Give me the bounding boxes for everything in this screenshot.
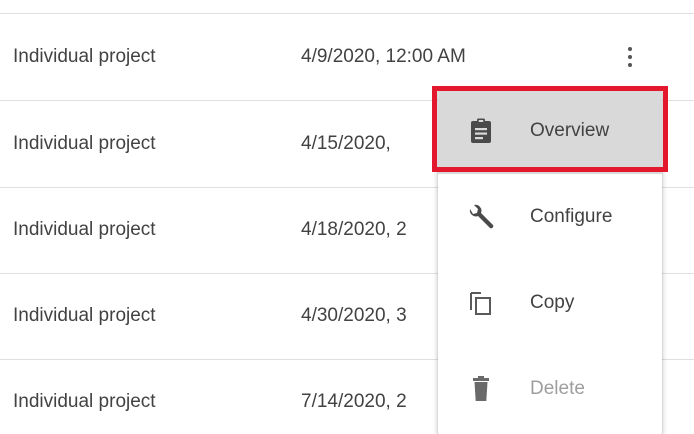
- date-cell: 4/30/2020, 3: [301, 305, 407, 326]
- menu-item-label: Delete: [530, 378, 585, 399]
- project-type-cell: Individual project: [13, 133, 156, 154]
- date-cell: 4/9/2020, 12:00 AM: [301, 46, 466, 67]
- trash-icon: [466, 374, 496, 404]
- context-menu: Overview Configure Copy Delete: [438, 88, 662, 434]
- more-options-icon[interactable]: [617, 42, 643, 72]
- project-type-cell: Individual project: [13, 219, 156, 240]
- menu-item-label: Copy: [530, 292, 575, 313]
- menu-item-overview[interactable]: Overview: [438, 88, 662, 174]
- date-cell: 7/14/2020, 2: [301, 391, 407, 412]
- menu-item-label: Overview: [530, 120, 610, 141]
- date-cell: 4/18/2020, 2: [301, 219, 407, 240]
- menu-item-copy[interactable]: Copy: [438, 260, 662, 346]
- date-cell: 4/15/2020,: [301, 133, 391, 154]
- menu-item-configure[interactable]: Configure: [438, 174, 662, 260]
- copy-icon: [466, 288, 496, 318]
- project-type-cell: Individual project: [13, 46, 156, 67]
- project-type-cell: Individual project: [13, 305, 156, 326]
- clipboard-icon: [466, 116, 496, 146]
- page: Individual project 4/9/2020, 12:00 AM In…: [0, 0, 694, 434]
- menu-item-delete[interactable]: Delete: [438, 346, 662, 432]
- project-type-cell: Individual project: [13, 391, 156, 412]
- wrench-icon: [466, 202, 496, 232]
- menu-item-label: Configure: [530, 206, 613, 227]
